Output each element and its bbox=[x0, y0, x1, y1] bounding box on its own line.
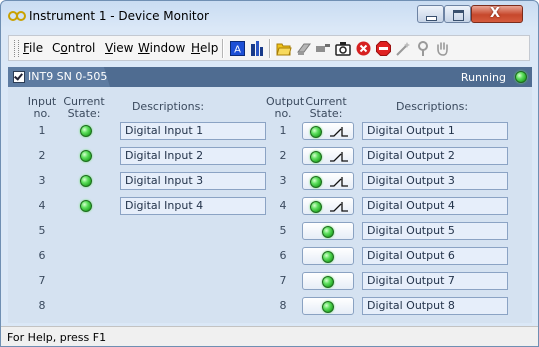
app-icon bbox=[8, 11, 26, 21]
output-toggle-button[interactable] bbox=[302, 297, 354, 315]
minimize-button[interactable] bbox=[417, 5, 444, 23]
output-number: 8 bbox=[279, 299, 287, 312]
menu-control-tail: ntrol bbox=[67, 41, 96, 55]
output-toggle-button[interactable] bbox=[302, 122, 354, 140]
output-toggle-button[interactable] bbox=[302, 222, 354, 240]
stop-x-icon[interactable] bbox=[355, 40, 371, 56]
output-number: 6 bbox=[279, 249, 287, 262]
output-state-led-icon bbox=[310, 151, 322, 163]
input-number: 7 bbox=[38, 274, 46, 287]
running-led-icon bbox=[515, 71, 527, 83]
tool-icon[interactable] bbox=[415, 40, 431, 56]
menu-toolbar: File Control View Window Help A bbox=[8, 35, 530, 61]
input-number: 6 bbox=[38, 249, 46, 262]
input-number: 8 bbox=[38, 299, 46, 312]
output-no-header: Output no. bbox=[266, 95, 305, 120]
stop-sign-icon[interactable] bbox=[375, 40, 391, 56]
output-description-field[interactable]: Digital Output 2 bbox=[362, 147, 508, 165]
input-description-field[interactable]: Digital Input 4 bbox=[120, 197, 266, 215]
output-number: 3 bbox=[279, 174, 287, 187]
font-icon[interactable]: A bbox=[229, 40, 245, 56]
output-description-field[interactable]: Digital Output 8 bbox=[362, 297, 508, 315]
output-state-led-icon bbox=[310, 126, 322, 138]
status-bar: For Help, press F1 bbox=[1, 326, 538, 346]
svg-text:A: A bbox=[234, 44, 241, 55]
menu-help[interactable]: Help bbox=[191, 41, 218, 55]
menu-control[interactable]: Control bbox=[52, 41, 95, 55]
device-status-text: Running bbox=[460, 71, 506, 84]
input-description-field[interactable]: Digital Input 3 bbox=[120, 172, 266, 190]
eraser-icon[interactable] bbox=[296, 40, 312, 56]
relay-switch-icon bbox=[330, 127, 348, 137]
brush-icon[interactable] bbox=[315, 40, 331, 56]
output-description-field[interactable]: Digital Output 6 bbox=[362, 247, 508, 265]
menu-file[interactable]: File bbox=[23, 41, 43, 55]
relay-switch-icon bbox=[330, 202, 348, 212]
output-number: 5 bbox=[279, 224, 287, 237]
menu-view[interactable]: View bbox=[105, 41, 133, 55]
close-button[interactable]: X bbox=[471, 5, 523, 23]
input-state-header: Current State: bbox=[63, 95, 105, 120]
output-state-led-icon bbox=[322, 226, 334, 238]
output-number: 4 bbox=[279, 199, 287, 212]
io-panel: Input no. Current State: Descriptions: O… bbox=[8, 87, 532, 323]
input-desc-header: Descriptions: bbox=[131, 100, 205, 113]
output-description-field[interactable]: Digital Output 3 bbox=[362, 172, 508, 190]
toolbar-separator bbox=[269, 39, 271, 58]
status-help-text: For Help, press F1 bbox=[7, 331, 107, 344]
maximize-button[interactable] bbox=[444, 5, 471, 23]
input-number: 2 bbox=[38, 149, 46, 162]
output-description-field[interactable]: Digital Output 7 bbox=[362, 272, 508, 290]
output-desc-header: Descriptions: bbox=[395, 100, 469, 113]
output-state-led-icon bbox=[310, 201, 322, 213]
device-tab-label: INT9 SN 0-505 bbox=[28, 70, 108, 83]
output-description-field[interactable]: Digital Output 5 bbox=[362, 222, 508, 240]
input-state-led-icon bbox=[80, 200, 92, 212]
output-toggle-button[interactable] bbox=[302, 272, 354, 290]
output-toggle-button[interactable] bbox=[302, 247, 354, 265]
toolbar-grip[interactable] bbox=[14, 40, 19, 57]
relay-switch-icon bbox=[330, 152, 348, 162]
menu-window[interactable]: Window bbox=[138, 41, 185, 55]
chart-bars-icon[interactable] bbox=[249, 40, 265, 56]
input-state-led-icon bbox=[80, 125, 92, 137]
device-tab-strip: INT9 SN 0-505 Running bbox=[8, 67, 532, 87]
device-enable-checkbox[interactable] bbox=[13, 71, 25, 83]
output-state-led-icon bbox=[322, 276, 334, 288]
input-number: 5 bbox=[38, 224, 46, 237]
maximize-icon bbox=[453, 10, 464, 21]
output-number: 1 bbox=[279, 124, 287, 137]
input-no-header: Input no. bbox=[27, 95, 57, 120]
output-number: 2 bbox=[279, 149, 287, 162]
folder-open-icon[interactable] bbox=[276, 40, 292, 56]
input-number: 3 bbox=[38, 174, 46, 187]
close-icon: X bbox=[490, 6, 501, 21]
output-toggle-button[interactable] bbox=[302, 172, 354, 190]
device-tab[interactable]: INT9 SN 0-505 bbox=[8, 67, 110, 87]
input-number: 4 bbox=[38, 199, 46, 212]
input-description-field[interactable]: Digital Input 1 bbox=[120, 122, 266, 140]
title-bar[interactable]: Instrument 1 - Device Monitor X bbox=[1, 1, 538, 31]
output-state-led-icon bbox=[322, 251, 334, 263]
output-number: 7 bbox=[279, 274, 287, 287]
minimize-icon bbox=[426, 16, 437, 21]
hand-icon[interactable] bbox=[434, 40, 450, 56]
output-description-field[interactable]: Digital Output 4 bbox=[362, 197, 508, 215]
camera-icon[interactable] bbox=[335, 40, 351, 56]
output-state-led-icon bbox=[310, 176, 322, 188]
input-description-field[interactable]: Digital Input 2 bbox=[120, 147, 266, 165]
wand-icon[interactable] bbox=[395, 40, 411, 56]
output-toggle-button[interactable] bbox=[302, 147, 354, 165]
input-number: 1 bbox=[38, 124, 46, 137]
input-state-led-icon bbox=[80, 175, 92, 187]
device-monitor-window: Instrument 1 - Device Monitor X File Con… bbox=[0, 0, 539, 347]
output-toggle-button[interactable] bbox=[302, 197, 354, 215]
relay-switch-icon bbox=[330, 177, 348, 187]
output-state-led-icon bbox=[322, 301, 334, 313]
output-description-field[interactable]: Digital Output 1 bbox=[362, 122, 508, 140]
window-title: Instrument 1 - Device Monitor bbox=[29, 9, 209, 23]
output-state-header: Current State: bbox=[305, 95, 347, 120]
input-state-led-icon bbox=[80, 150, 92, 162]
toolbar-separator bbox=[222, 39, 224, 58]
